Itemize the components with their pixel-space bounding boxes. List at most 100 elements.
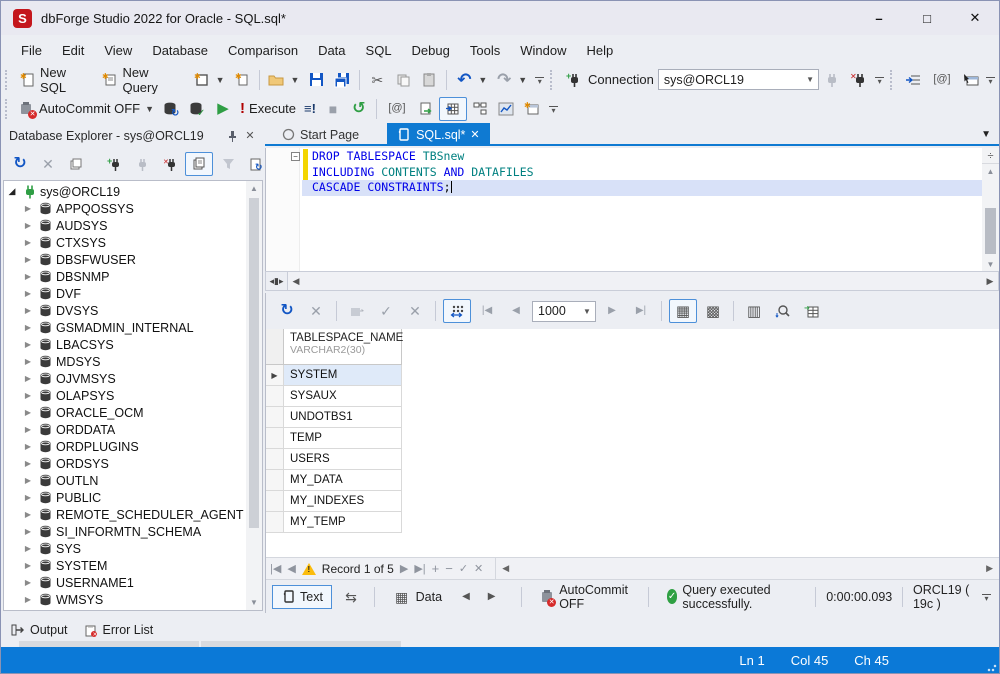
explorer-filter-button[interactable] — [215, 153, 241, 175]
close-panel-icon[interactable]: ✕ — [241, 127, 259, 145]
row-selector[interactable] — [266, 449, 284, 470]
record-accept-icon[interactable]: ✓ — [459, 562, 468, 575]
toolbar-overflow-button[interactable]: ▾ — [548, 105, 558, 114]
stop-button[interactable]: ■ — [320, 98, 346, 120]
table-row[interactable]: ▶ SYSTEM — [266, 365, 999, 386]
expander-collapsed-icon[interactable]: ▶ — [20, 306, 36, 315]
row-selector[interactable] — [266, 428, 284, 449]
commit-button[interactable] — [344, 300, 370, 322]
export-sql-button[interactable] — [413, 98, 439, 120]
redo-button[interactable]: ↷ ▼ — [491, 69, 531, 91]
new-connection-button[interactable]: + — [560, 69, 586, 91]
splitter-handle-icon[interactable]: ◂▮▸ — [266, 272, 288, 290]
expander-collapsed-icon[interactable]: ▶ — [20, 595, 36, 604]
tree-root-connection[interactable]: ◢ sys@ORCL19 — [4, 183, 245, 200]
menu-comparison[interactable]: Comparison — [218, 39, 308, 62]
menu-database[interactable]: Database — [142, 39, 218, 62]
expander-collapsed-icon[interactable]: ▶ — [20, 408, 36, 417]
scroll-up-icon[interactable]: ▲ — [987, 164, 995, 178]
splitter-handle-icon[interactable]: ÷ — [982, 148, 999, 164]
cell-tablespace-name[interactable]: SYSTEM — [284, 365, 402, 386]
editor-horizontal-scrollbar[interactable]: ◂▮▸ ◀ ▶ — [265, 271, 999, 291]
grid-corner-cell[interactable] — [266, 329, 284, 365]
code-line-3[interactable]: CASCADE CONSTRAINTS; — [312, 180, 981, 196]
menu-window[interactable]: Window — [510, 39, 576, 62]
toolbar-grip[interactable] — [5, 69, 11, 90]
tree-item-partial[interactable]: ▶ — [4, 608, 245, 610]
row-selector[interactable] — [266, 512, 284, 533]
tree-item-schema[interactable]: ▶ PUBLIC — [4, 489, 245, 506]
tree-item-schema[interactable]: ▶ OUTLN — [4, 472, 245, 489]
tree-item-schema[interactable]: ▶ REMOTE_SCHEDULER_AGENT — [4, 506, 245, 523]
run-button[interactable]: ▶ — [210, 98, 236, 120]
chart-button[interactable] — [493, 98, 519, 120]
autocommit-status[interactable]: ✕ AutoCommit OFF — [532, 581, 638, 613]
tree-item-schema[interactable]: ▶ USERNAME1 — [4, 574, 245, 591]
explorer-new-connection-button[interactable]: + — [101, 153, 127, 175]
expander-collapsed-icon[interactable]: ▶ — [20, 578, 36, 587]
open-file-button[interactable]: ▼ — [264, 69, 304, 91]
tree-item-schema[interactable]: ▶ ORDPLUGINS — [4, 438, 245, 455]
tree-item-schema[interactable]: ▶ MDSYS — [4, 353, 245, 370]
execute-script-button[interactable]: ≡! — [300, 99, 320, 118]
cell-tablespace-name[interactable]: TEMP — [284, 428, 402, 449]
explorer-connect-button[interactable] — [129, 153, 155, 175]
undo-button[interactable]: ↶ ▼ — [451, 69, 491, 91]
scrollbar-thumb[interactable] — [985, 208, 996, 254]
menu-sql[interactable]: SQL — [356, 39, 402, 62]
grid-cancel-button[interactable]: ✕ — [303, 300, 329, 322]
prev-result-icon[interactable]: ◀ — [456, 591, 476, 602]
record-delete-icon[interactable]: − — [445, 561, 453, 576]
tree-item-schema[interactable]: ▶ DBSNMP — [4, 268, 245, 285]
expander-collapsed-icon[interactable]: ▶ — [20, 289, 36, 298]
row-selector[interactable] — [266, 407, 284, 428]
explorer-scrollbar[interactable]: ▲ ▼ — [246, 181, 262, 610]
record-cancel-icon[interactable]: ✕ — [474, 562, 483, 575]
tree-item-schema[interactable]: ▶ ORDSYS — [4, 455, 245, 472]
row-selector[interactable]: ▶ — [266, 365, 284, 386]
scroll-down-icon[interactable]: ▼ — [987, 257, 995, 271]
validate-button[interactable]: ✓ — [184, 98, 210, 120]
code-line-1[interactable]: DROP TABLESPACE TBSnew — [312, 149, 981, 165]
explorer-disconnect-button[interactable]: ✕ — [157, 153, 183, 175]
refresh-session-button[interactable]: ↻ — [158, 98, 184, 120]
scroll-left-icon[interactable]: ◀ — [496, 563, 515, 574]
next-result-icon[interactable]: ▶ — [482, 591, 502, 602]
expander-collapsed-icon[interactable]: ▶ — [20, 323, 36, 332]
tree-item-schema[interactable]: ▶ SYS — [4, 540, 245, 557]
cell-tablespace-name[interactable]: MY_TEMP — [284, 512, 402, 533]
new-document-button[interactable]: ✱ ▼ — [189, 69, 229, 91]
grid-column-header[interactable]: TABLESPACE_NAME VARCHAR2(30) — [284, 329, 403, 365]
row-selector[interactable] — [266, 470, 284, 491]
column-visibility-button[interactable]: ▥ — [741, 300, 767, 322]
cancel-changes-button[interactable]: ✕ — [402, 300, 428, 322]
table-row[interactable]: MY_TEMP — [266, 512, 999, 533]
grid-refresh-button[interactable]: ↻ — [274, 300, 300, 322]
table-row[interactable]: MY_INDEXES — [266, 491, 999, 512]
tree-item-schema[interactable]: ▶ AUDSYS — [4, 217, 245, 234]
toolbar-grip[interactable] — [550, 69, 556, 90]
table-row[interactable]: USERS — [266, 449, 999, 470]
expander-collapsed-icon[interactable]: ▶ — [20, 510, 36, 519]
scroll-right-icon[interactable]: ▶ — [980, 563, 999, 574]
menu-edit[interactable]: Edit — [52, 39, 94, 62]
toolbar-grip[interactable] — [5, 98, 11, 119]
connection-combobox[interactable]: sys@ORCL19 ▼ — [657, 69, 820, 90]
cell-tablespace-name[interactable]: MY_INDEXES — [284, 491, 402, 512]
paging-mode-button[interactable] — [443, 299, 471, 323]
new-query-button[interactable]: ✱ New Query — [97, 63, 188, 97]
statusbar-overflow-button[interactable]: ▾ — [982, 593, 991, 602]
new-window-button[interactable] — [958, 69, 984, 91]
tab-close-icon[interactable]: ✕ — [470, 128, 479, 141]
macro-button[interactable]: [@] — [926, 69, 958, 91]
scroll-right-icon[interactable]: ▶ — [982, 276, 998, 287]
tree-item-schema[interactable]: ▶ OJVMSYS — [4, 370, 245, 387]
expander-collapsed-icon[interactable]: ▶ — [20, 442, 36, 451]
connect-button[interactable] — [819, 69, 845, 91]
execute-button[interactable]: ! Execute — [236, 98, 300, 119]
page-size-combobox[interactable]: 1000 ▼ — [532, 300, 596, 322]
menu-file[interactable]: File — [11, 39, 52, 62]
expander-collapsed-icon[interactable]: ▶ — [20, 272, 36, 281]
new-result-window-button[interactable]: ✱ — [519, 98, 545, 120]
expander-collapsed-icon[interactable]: ▶ — [20, 204, 36, 213]
